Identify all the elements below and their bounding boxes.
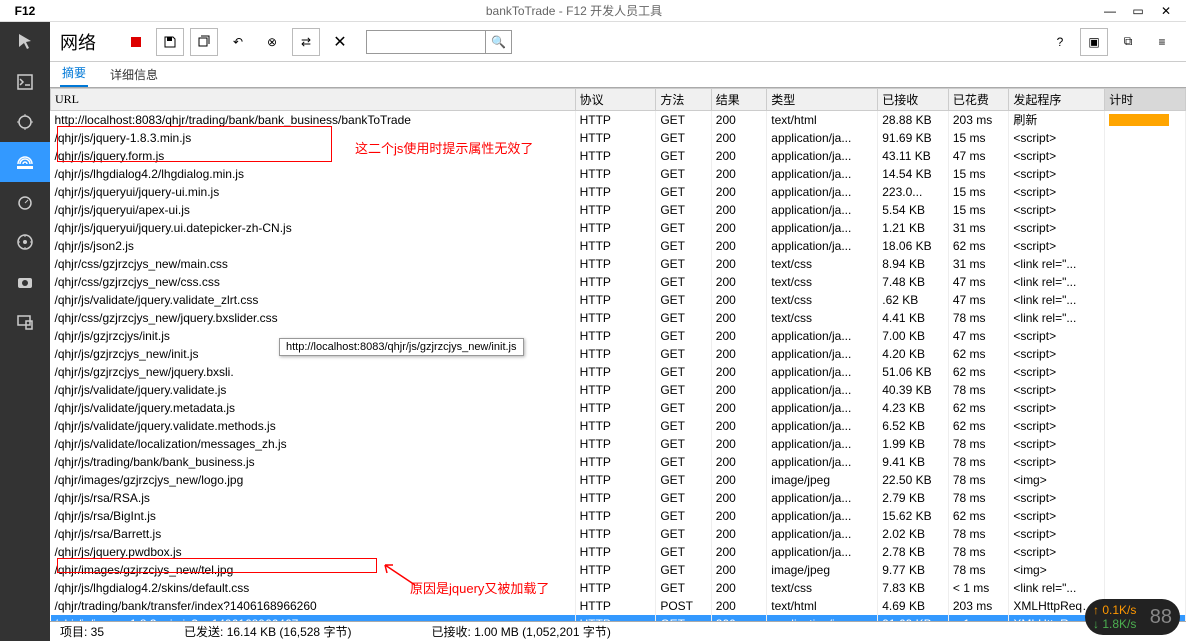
export-button[interactable]	[190, 28, 218, 56]
clear-cache-button[interactable]: ⊗	[258, 28, 286, 56]
table-row[interactable]: /qhjr/js/validate/jquery.validate_zlrt.c…	[51, 291, 1186, 309]
col-proto[interactable]: 协议	[575, 89, 656, 111]
table-row[interactable]: /qhjr/js/jqueryui/jquery-ui.min.jsHTTPGE…	[51, 183, 1186, 201]
debugger-tool-icon[interactable]	[0, 102, 50, 142]
undock-button[interactable]: ▣	[1080, 28, 1108, 56]
table-row[interactable]: /qhjr/js/gzjrzcjys_new/jquery.bxsli.HTTP…	[51, 363, 1186, 381]
table-row[interactable]: /qhjr/js/validate/localization/messages_…	[51, 435, 1186, 453]
close-button[interactable]: ✕	[1154, 2, 1178, 20]
table-row[interactable]: /qhjr/js/validate/jquery.metadata.jsHTTP…	[51, 399, 1186, 417]
status-sent: 已发送: 16.14 KB (16,528 字节)	[184, 623, 351, 640]
table-row[interactable]: /qhjr/js/rsa/BigInt.jsHTTPGET200applicat…	[51, 507, 1186, 525]
maximize-button[interactable]: ▭	[1126, 2, 1150, 20]
table-row[interactable]: /qhjr/js/rsa/Barrett.jsHTTPGET200applica…	[51, 525, 1186, 543]
table-row[interactable]: /qhjr/js/jqueryui/apex-ui.jsHTTPGET200ap…	[51, 201, 1186, 219]
emulation-tool-icon[interactable]	[0, 302, 50, 342]
stop-button[interactable]: ✕	[326, 28, 354, 56]
table-row[interactable]: /qhjr/css/gzjrzcjys_new/main.cssHTTPGET2…	[51, 255, 1186, 273]
status-items: 项目: 35	[60, 623, 104, 640]
url-tooltip: http://localhost:8083/qhjr/js/gzjrzcjys_…	[279, 338, 524, 356]
window-title: bankToTrade - F12 开发人员工具	[50, 2, 1098, 19]
memory-tool-icon[interactable]	[0, 222, 50, 262]
col-method[interactable]: 方法	[656, 89, 711, 111]
col-timeline[interactable]: 计时	[1105, 89, 1186, 111]
table-row[interactable]: /qhjr/js/validate/jquery.validate.method…	[51, 417, 1186, 435]
table-row[interactable]: /qhjr/js/rsa/RSA.jsHTTPGET200application…	[51, 489, 1186, 507]
save-button[interactable]	[156, 28, 184, 56]
table-row[interactable]: /qhjr/js/jqueryui/jquery.ui.datepicker-z…	[51, 219, 1186, 237]
panel-title: 网络	[60, 29, 96, 55]
col-time[interactable]: 已花费	[948, 89, 1009, 111]
request-grid[interactable]: URL 协议 方法 结果 类型 已接收 已花费 发起程序 计时 http://l…	[50, 88, 1186, 621]
col-init[interactable]: 发起程序	[1009, 89, 1105, 111]
settings-icon[interactable]: ≡	[1148, 28, 1176, 56]
network-tool-icon[interactable]	[0, 142, 50, 182]
table-row[interactable]: /qhjr/css/gzjrzcjys_new/css.cssHTTPGET20…	[51, 273, 1186, 291]
console-tool-icon[interactable]	[0, 62, 50, 102]
speed-widget[interactable]: ↑ 0.1K/s ↓ 1.8K/s 88	[1085, 599, 1180, 635]
f12-label: F12	[0, 4, 50, 18]
table-row[interactable]: /qhjr/js/validate/jquery.validate.jsHTTP…	[51, 381, 1186, 399]
table-row[interactable]: /qhjr/js/gzjrzcjys_new/init.jsHTTPGET200…	[51, 345, 1186, 363]
clear-session-button[interactable]: ↶	[224, 28, 252, 56]
table-row[interactable]: /qhjr/images/gzjrzcjys_new/logo.jpgHTTPG…	[51, 471, 1186, 489]
tab-summary[interactable]: 摘要	[60, 60, 88, 87]
table-row[interactable]: /qhjr/js/gzjrzcjys/init.jsHTTPGET200appl…	[51, 327, 1186, 345]
status-bar: 项目: 35 已发送: 16.14 KB (16,528 字节) 已接收: 1.…	[50, 621, 1186, 641]
record-button[interactable]	[122, 28, 150, 56]
filter-button[interactable]: ⇄	[292, 28, 320, 56]
table-row[interactable]: /qhjr/css/gzjrzcjys_new/jquery.bxslider.…	[51, 309, 1186, 327]
status-recv: 已接收: 1.00 MB (1,052,201 字节)	[431, 623, 610, 640]
minimize-button[interactable]: —	[1098, 2, 1122, 20]
sub-tabs: 摘要 详细信息	[50, 62, 1186, 88]
table-row[interactable]: /qhjr/trading/bank/transfer/index?140616…	[51, 597, 1186, 615]
table-row[interactable]: /qhjr/js/lhgdialog4.2/skins/default.cssH…	[51, 579, 1186, 597]
network-toolbar: 网络 ↶ ⊗ ⇄ ✕ 🔍 ? ▣ ⧉ ≡	[50, 22, 1186, 62]
search-input[interactable]	[366, 30, 486, 54]
table-row[interactable]: /qhjr/js/lhgdialog4.2/lhgdialog.min.jsHT…	[51, 165, 1186, 183]
table-row[interactable]: /qhjr/js/jquery-1.8.3.min.jsHTTPGET200ap…	[51, 129, 1186, 147]
table-row[interactable]: /qhjr/js/json2.jsHTTPGET200application/j…	[51, 237, 1186, 255]
search-button[interactable]: 🔍	[486, 30, 512, 54]
tab-detail[interactable]: 详细信息	[108, 62, 160, 87]
col-result[interactable]: 结果	[711, 89, 766, 111]
pointer-tool-icon[interactable]	[0, 22, 50, 62]
table-row[interactable]: http://localhost:8083/qhjr/trading/bank/…	[51, 111, 1186, 130]
table-row[interactable]: /qhjr/images/gzjrzcjys_new/tel.jpgHTTPGE…	[51, 561, 1186, 579]
help-button[interactable]: ?	[1046, 28, 1074, 56]
col-url[interactable]: URL	[51, 89, 576, 111]
camera-tool-icon[interactable]	[0, 262, 50, 302]
col-type[interactable]: 类型	[767, 89, 878, 111]
table-row[interactable]: /qhjr/js/jquery.form.jsHTTPGET200applica…	[51, 147, 1186, 165]
table-row[interactable]: /qhjr/js/trading/bank/bank_business.jsHT…	[51, 453, 1186, 471]
col-recv[interactable]: 已接收	[878, 89, 949, 111]
performance-tool-icon[interactable]	[0, 182, 50, 222]
table-row[interactable]: /qhjr/js/jquery.pwdbox.jsHTTPGET200appli…	[51, 543, 1186, 561]
link-button[interactable]: ⧉	[1114, 28, 1142, 56]
tool-sidebar	[0, 22, 50, 641]
